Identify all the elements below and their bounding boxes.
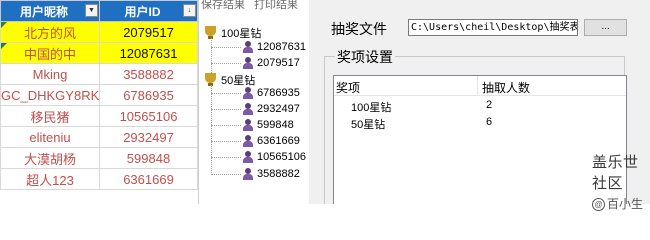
userid-cell[interactable]: 599848 [99,147,198,169]
user-icon [243,135,253,147]
userid-cell[interactable]: 2932497 [99,126,198,148]
nickname-text: 中国的中 [23,46,76,62]
file-label: 抽奖文件 [331,21,387,37]
user-icon [243,119,253,131]
table-row[interactable]: eliteniu 2932497 [0,126,198,148]
nickname-cell[interactable]: 北方的风 [0,21,100,43]
tree-member[interactable]: 10565106 [257,151,306,163]
tree-member[interactable]: 2079517 [257,57,300,69]
nickname-cell[interactable]: 移民猪 [0,105,100,127]
table-row[interactable]: 移民猪 10565106 [0,105,198,127]
userid-cell[interactable]: 12087631 [99,42,198,64]
nickname-cell[interactable]: 中国的中 [0,42,100,64]
nickname-cell[interactable]: GC_DHKGY8RK [0,84,100,106]
watermark: 盖乐世社区 @ 百小生 [592,151,650,212]
prize-count: 6 [486,116,493,128]
spreadsheet: 用户昵称 ▼ 用户ID ↓ 北方的风 2079517 中国的中 12087631… [0,0,198,204]
tree-connector [211,85,212,175]
result-tree-panel: 保存结果 打印结果 100星钻 12087631 2079517 50星钻 678… [198,0,309,204]
sort-filter-icon[interactable]: ↓ [183,4,196,17]
user-icon [243,151,253,163]
column-divider[interactable] [477,76,478,95]
user-table: 用户昵称 ▼ 用户ID ↓ 北方的风 2079517 中国的中 12087631… [0,0,198,190]
tree-member[interactable]: 3588882 [257,168,300,180]
tree-member[interactable]: 12087631 [257,41,306,53]
user-icon [243,103,253,115]
tree-group-label[interactable]: 100星钻 [221,25,261,41]
list-header: 奖项 抽取人数 [334,76,626,96]
table-row[interactable]: Mking 3588882 [0,63,198,85]
userid-cell[interactable]: 6786935 [99,84,198,106]
user-icon [243,57,253,69]
tab-save-results[interactable]: 保存结果 [201,0,245,11]
watermark-subtitle-row: @ 百小生 [592,195,650,212]
tree-connector [211,38,212,77]
filter-dropdown-icon[interactable]: ▼ [85,4,98,17]
tree-connector [211,93,241,94]
tree-connector [211,157,241,158]
tree-connector [211,174,241,175]
comment-indicator-icon [1,43,7,49]
column-header-userid[interactable]: 用户ID ↓ [99,0,198,22]
tree-connector [211,125,241,126]
settings-panel: 抽奖文件 C:\Users\cheil\Desktop\抽奖表格 ... 奖项设… [309,0,650,212]
tree-connector [211,47,241,48]
prize-name: 50星钻 [351,119,386,131]
user-icon [243,41,253,53]
prize-count: 2 [486,99,493,111]
nickname-cell[interactable]: eliteniu [0,126,100,148]
at-icon: @ [592,198,605,212]
nickname-cell[interactable]: 大漠胡杨 [0,147,100,169]
userid-cell[interactable]: 3588882 [99,63,198,85]
table-row[interactable]: 大漠胡杨 599848 [0,147,198,169]
table-row[interactable]: GC_DHKGY8RK 6786935 [0,84,198,106]
list-item[interactable]: 50星钻 6 [334,114,624,131]
nickname-text: 北方的风 [23,25,76,41]
tree-connector [211,141,241,142]
tree-member[interactable]: 6786935 [257,87,300,99]
comment-indicator-icon [1,22,7,28]
tab-print-results[interactable]: 打印结果 [254,0,298,11]
watermark-subtitle: 百小生 [607,197,644,211]
tree-member[interactable]: 599848 [257,119,294,131]
table-row[interactable]: 中国的中 12087631 [0,42,198,64]
file-path-input[interactable]: C:\Users\cheil\Desktop\抽奖表格 [408,19,578,36]
trophy-icon [205,26,216,39]
column-header-nickname[interactable]: 用户昵称 ▼ [0,0,100,22]
prize-list[interactable]: 奖项 抽取人数 100星钻 2 50星钻 6 [333,75,627,204]
nickname-cell[interactable]: Mking [0,63,100,85]
userid-cell[interactable]: 2079517 [99,21,198,43]
userid-cell[interactable]: 10565106 [99,105,198,127]
browse-button[interactable]: ... [584,19,627,36]
table-row[interactable]: 超人123 6361669 [0,168,198,190]
userid-cell[interactable]: 6361669 [99,168,198,190]
list-item[interactable]: 100星钻 2 [334,97,624,114]
column-header-label: 用户ID [124,4,161,19]
tree-member[interactable]: 2932497 [257,103,300,115]
header-row: 用户昵称 ▼ 用户ID ↓ [0,0,198,22]
tree-group-label[interactable]: 50星钻 [221,72,255,88]
column-header-count[interactable]: 抽取人数 [482,79,530,96]
column-header-prize[interactable]: 奖项 [336,79,360,96]
user-icon [243,87,253,99]
column-header-label: 用户昵称 [19,4,68,19]
result-tabs: 保存结果 打印结果 [201,0,307,12]
table-row[interactable]: 北方的风 2079517 [0,21,198,43]
group-title: 奖项设置 [335,47,395,67]
tree-connector [211,109,241,110]
nickname-cell[interactable]: 超人123 [0,168,100,190]
tree-member[interactable]: 6361669 [257,135,300,147]
watermark-title: 盖乐世社区 [592,154,639,192]
prize-name: 100星钻 [351,102,392,114]
user-icon [243,168,253,180]
trophy-icon [205,73,216,86]
tree-connector [211,63,241,64]
